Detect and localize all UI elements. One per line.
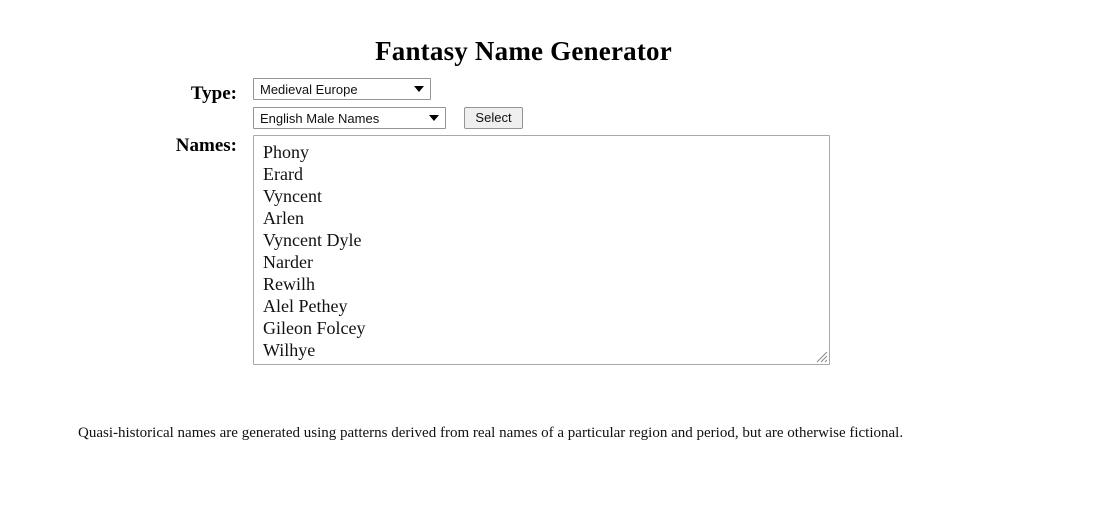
- name-line: Gileon Folcey: [263, 318, 366, 338]
- name-subset-select[interactable]: English Male Names: [253, 107, 446, 129]
- type-select[interactable]: Medieval Europe: [253, 78, 431, 100]
- name-line: Rewilh: [263, 274, 315, 294]
- resize-grip-icon[interactable]: [815, 350, 828, 363]
- name-line: Wilhye: [263, 340, 316, 360]
- names-row: Names: Phony Erard Vyncent Arlen Vyncent Dyl…: [0, 135, 1094, 365]
- name-line: Vyncent: [263, 186, 322, 206]
- name-line: Phony: [263, 142, 310, 162]
- name-subset-select-value: English Male Names: [260, 110, 380, 126]
- name-line: Alel Pethey: [263, 296, 348, 316]
- name-line: Narder: [263, 252, 313, 272]
- names-textarea[interactable]: Phony Erard Vyncent Arlen Vyncent Dyle Narder…: [253, 135, 830, 365]
- chevron-down-icon: [427, 108, 441, 128]
- generator-form: Type: Medieval Europe English Male Names…: [0, 78, 1094, 365]
- name-line: Vyncent Dyle: [263, 230, 362, 250]
- type-select-value: Medieval Europe: [260, 81, 358, 97]
- name-line: Arlen: [263, 208, 304, 228]
- names-textarea-wrapper: Phony Erard Vyncent Arlen Vyncent Dyle Narder…: [253, 135, 830, 365]
- name-line: Erard: [263, 164, 303, 184]
- footer-note: Quasi-historical names are generated usi…: [78, 425, 904, 441]
- select-button[interactable]: Select: [464, 107, 523, 129]
- names-label: Names:: [175, 135, 237, 156]
- page-title: Fantasy Name Generator: [375, 36, 672, 67]
- chevron-down-icon: [412, 79, 426, 99]
